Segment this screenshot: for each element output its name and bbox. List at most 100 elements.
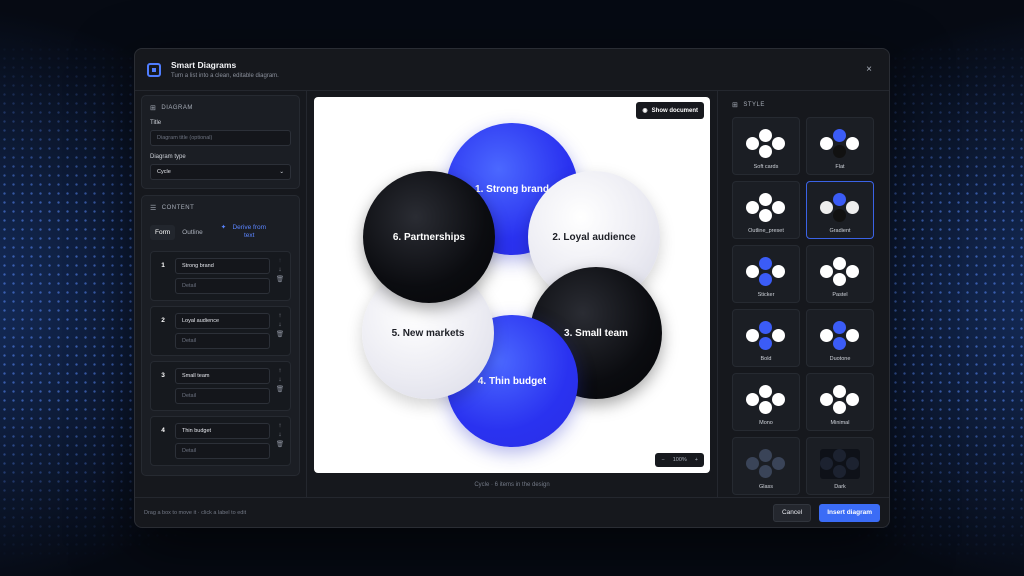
style-card-outline-preset[interactable]: Outline_preset — [732, 181, 800, 239]
thumbnail-node — [833, 257, 846, 270]
style-card-glass[interactable]: Glass — [732, 437, 800, 495]
thumbnail-node — [833, 337, 846, 350]
footer-hint: Drag a box to move it · click a label to… — [144, 509, 247, 516]
show-document-button[interactable]: ◉ Show document — [636, 102, 704, 119]
thumbnail-node — [833, 273, 846, 286]
thumbnail-node — [846, 393, 859, 406]
style-card-mono[interactable]: Mono — [732, 373, 800, 431]
item-detail-input[interactable]: Detail — [175, 387, 270, 404]
sparkle-icon: ✦ — [220, 224, 227, 231]
style-panel: ⊞ STYLE Soft cards Flat Outline_preset Gradi… — [717, 91, 889, 497]
thumbnail-node — [820, 137, 833, 150]
thumbnail-node — [846, 265, 859, 278]
arrow-down-icon[interactable]: ↓ — [278, 267, 281, 274]
item-label-input[interactable]: Loyal audience — [175, 312, 270, 329]
zoom-control: − 100% + — [655, 453, 704, 467]
style-card-pastel[interactable]: Pastel — [806, 245, 874, 303]
style-thumbnail — [820, 193, 860, 223]
diagram-icon: ⊞ — [150, 105, 157, 112]
canvas-caption: Cycle · 6 items in the design — [474, 482, 550, 488]
item-number: 2 — [161, 316, 165, 324]
tab-form[interactable]: Form — [150, 224, 176, 240]
style-card-label: Dark — [834, 484, 846, 490]
thumbnail-node — [746, 201, 759, 214]
derive-from-text-button[interactable]: ✦ Derive from text — [216, 220, 274, 245]
style-card-duotone[interactable]: Duotone — [806, 309, 874, 367]
diagram-type-value: Cycle — [157, 169, 171, 175]
style-card-dark[interactable]: Dark — [806, 437, 874, 495]
thumbnail-node — [759, 273, 772, 286]
trash-icon[interactable]: 🗑 — [276, 441, 284, 449]
insert-diagram-button[interactable]: Insert diagram — [819, 503, 880, 522]
item-label-input[interactable]: Strong brand — [175, 257, 270, 274]
arrow-down-icon[interactable]: ↓ — [278, 322, 281, 329]
thumbnail-node — [846, 457, 859, 470]
zoom-in-button[interactable]: + — [695, 457, 698, 463]
close-icon[interactable]: × — [861, 64, 877, 75]
zoom-level: 100% — [672, 457, 687, 463]
arrow-up-icon[interactable]: ↑ — [278, 257, 281, 265]
arrow-up-icon[interactable]: ↑ — [278, 422, 281, 430]
style-card-flat[interactable]: Flat — [806, 117, 874, 175]
diagram-canvas[interactable]: ◉ Show document 1. Strong brand 2. Loyal… — [314, 97, 710, 473]
thumbnail-node — [772, 393, 785, 406]
zoom-out-button[interactable]: − — [661, 457, 664, 463]
style-card-soft-cards[interactable]: Soft cards — [732, 117, 800, 175]
style-card-gradient[interactable]: Gradient — [806, 181, 874, 239]
title-input[interactable]: Diagram title (optional) — [150, 130, 291, 146]
style-card-sticker[interactable]: Sticker — [732, 245, 800, 303]
item-label-input[interactable]: Small team — [175, 367, 270, 384]
thumbnail-node — [846, 137, 859, 150]
left-panel: ⊞ DIAGRAM Title Diagram title (optional) … — [135, 91, 307, 497]
style-card-label: Bold — [760, 356, 772, 362]
thumbnail-node — [759, 401, 772, 414]
cancel-button[interactable]: Cancel — [772, 503, 812, 522]
derive-label: Derive from text — [232, 224, 267, 240]
item-number: 1 — [161, 261, 165, 269]
thumbnail-node — [746, 457, 759, 470]
thumbnail-node — [833, 145, 846, 158]
thumbnail-node — [746, 393, 759, 406]
thumbnail-node — [772, 137, 785, 150]
thumbnail-node — [820, 457, 833, 470]
style-thumbnail — [820, 257, 860, 287]
arrow-down-icon[interactable]: ↓ — [278, 377, 281, 384]
thumbnail-node — [772, 329, 785, 342]
trash-icon[interactable]: 🗑 — [276, 331, 284, 339]
thumbnail-node — [833, 401, 846, 414]
cycle-node-6[interactable]: 6. Partnerships — [363, 171, 495, 303]
thumbnail-node — [772, 201, 785, 214]
style-card-label: Mono — [759, 420, 773, 426]
preview-area: ◉ Show document 1. Strong brand 2. Loyal… — [307, 91, 717, 497]
arrow-up-icon[interactable]: ↑ — [278, 312, 281, 320]
thumbnail-node — [820, 201, 833, 214]
style-card-minimal[interactable]: Minimal — [806, 373, 874, 431]
thumbnail-node — [833, 193, 846, 206]
diagram-heading: DIAGRAM — [161, 105, 193, 111]
item-detail-input[interactable]: Detail — [175, 442, 270, 459]
list-item: 4 Thin budget Detail ↑ ↓ 🗑 — [150, 415, 291, 466]
smart-diagrams-dialog: Smart Diagrams Turn a list into a clean,… — [134, 48, 890, 528]
arrow-down-icon[interactable]: ↓ — [278, 432, 281, 439]
style-card-label: Outline_preset — [748, 228, 784, 234]
thumbnail-node — [833, 465, 846, 478]
item-detail-input[interactable]: Detail — [175, 332, 270, 349]
item-number: 4 — [161, 426, 165, 434]
thumbnail-node — [772, 265, 785, 278]
thumbnail-node — [759, 449, 772, 462]
item-detail-input[interactable]: Detail — [175, 277, 270, 294]
tab-outline[interactable]: Outline — [177, 225, 208, 240]
trash-icon[interactable]: 🗑 — [276, 386, 284, 394]
diagram-type-select[interactable]: Cycle ⌄ — [150, 164, 291, 180]
diagram-type-label: Diagram type — [150, 154, 186, 160]
style-card-bold[interactable]: Bold — [732, 309, 800, 367]
arrow-up-icon[interactable]: ↑ — [278, 367, 281, 375]
thumbnail-node — [833, 129, 846, 142]
trash-icon[interactable]: 🗑 — [276, 276, 284, 284]
style-thumbnail — [746, 257, 786, 287]
thumbnail-node — [759, 145, 772, 158]
item-label-input[interactable]: Thin budget — [175, 422, 270, 439]
style-card-label: Gradient — [829, 228, 851, 234]
thumbnail-node — [846, 201, 859, 214]
thumbnail-node — [759, 257, 772, 270]
